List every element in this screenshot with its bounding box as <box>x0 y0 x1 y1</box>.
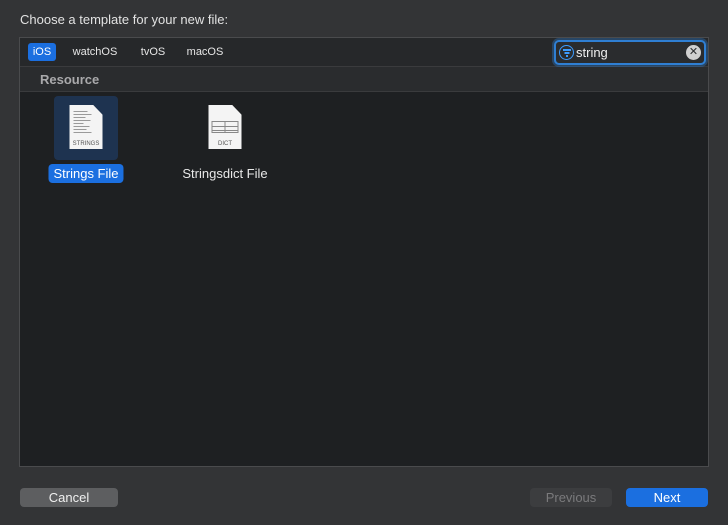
template-panel: iOS watchOS tvOS macOS ✕ Resource <box>19 37 709 467</box>
template-thumbnail: DICT <box>193 96 257 160</box>
search-field[interactable]: ✕ <box>554 40 706 65</box>
search-input[interactable] <box>576 43 681 62</box>
tab-macos[interactable]: macOS <box>180 43 230 61</box>
stringsdict-file-icon: DICT <box>208 105 242 149</box>
tab-tvos[interactable]: tvOS <box>134 43 172 61</box>
filter-icon[interactable] <box>559 45 574 60</box>
template-label[interactable]: Strings File <box>48 164 124 183</box>
previous-button[interactable]: Previous <box>530 488 612 507</box>
clear-icon[interactable]: ✕ <box>686 45 701 60</box>
strings-file-icon: STRINGS <box>69 105 103 149</box>
tab-watchos[interactable]: watchOS <box>66 43 124 61</box>
template-stringsdict-file[interactable]: DICT Stringsdict File <box>165 96 285 188</box>
next-button[interactable]: Next <box>626 488 708 507</box>
tab-ios[interactable]: iOS <box>28 43 56 61</box>
template-label[interactable]: Stringsdict File <box>177 164 272 183</box>
section-header: Resource <box>20 67 708 92</box>
template-strings-file[interactable]: STRINGS Strings File <box>26 96 146 188</box>
section-title: Resource <box>40 72 100 87</box>
dialog-title: Choose a template for your new file: <box>20 12 229 27</box>
icon-caption: STRINGS <box>72 141 100 147</box>
cancel-button[interactable]: Cancel <box>20 488 118 507</box>
icon-caption: DICT <box>218 141 232 147</box>
platform-toolbar: iOS watchOS tvOS macOS ✕ <box>20 38 708 67</box>
template-thumbnail: STRINGS <box>54 96 118 160</box>
